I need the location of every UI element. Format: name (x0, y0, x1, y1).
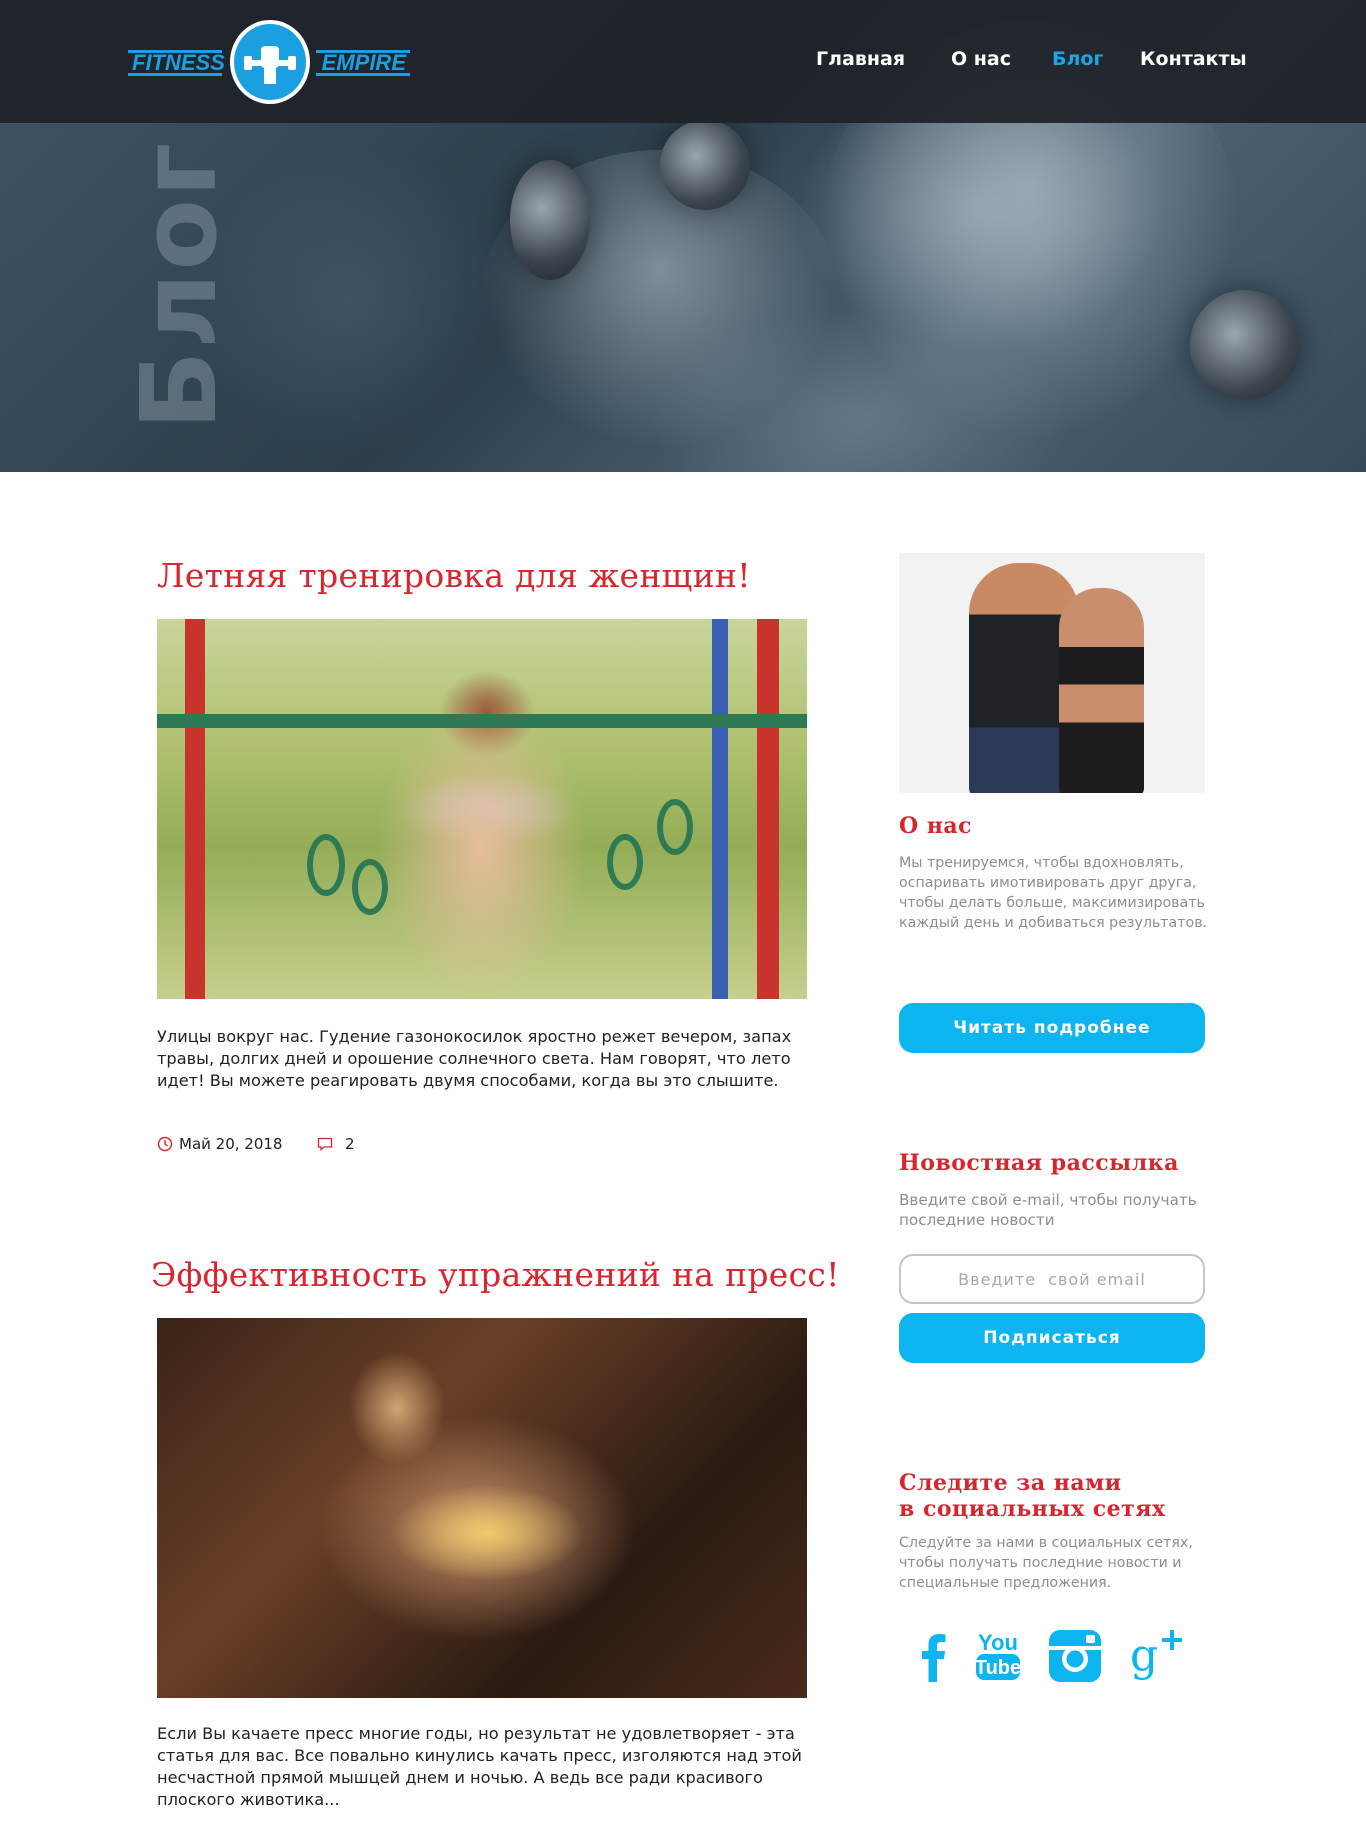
gym-ring (607, 834, 643, 890)
top-navbar: FITNESS EMPIRE Главная О нас Блог Контак… (0, 0, 1366, 123)
google-plus-icon[interactable]: g (1128, 1628, 1184, 1684)
nav-item-home[interactable]: Главная (816, 48, 905, 70)
nav-item-blog[interactable]: Блог (1052, 48, 1103, 70)
social-text: Следуйте за нами в социальных сетях, что… (899, 1535, 1193, 1591)
bar-post (185, 619, 205, 999)
woman-figure (1059, 588, 1144, 793)
article-excerpt: Если Вы качаете пресс многие годы, но ре… (157, 1724, 802, 1809)
social-links: You Tube g (0, 1628, 1366, 1688)
nav-item-about[interactable]: О нас (951, 48, 1011, 70)
bar-post (712, 619, 728, 999)
nav-item-contacts[interactable]: Контакты (1140, 48, 1247, 70)
hero-dumbbell-1 (660, 120, 750, 210)
gym-ring (307, 834, 345, 896)
clock-icon (157, 1136, 173, 1152)
about-text: Мы тренируемся, чтобы вдохновлять, оспар… (899, 855, 1208, 931)
hero-dumbbell-3 (1190, 290, 1300, 400)
read-more-button[interactable]: Читать подробнее (899, 1003, 1205, 1053)
newsletter-heading: Новостная рассылка (899, 1150, 1179, 1176)
main-nav: Главная О нас Блог Контакты (0, 48, 1366, 78)
about-photo (899, 553, 1205, 793)
gym-ring (657, 799, 693, 855)
social-heading-line2: в социальных сетях (899, 1496, 1166, 1522)
facebook-icon[interactable] (906, 1628, 962, 1684)
svg-text:You: You (978, 1630, 1018, 1655)
article-date-text: Май 20, 2018 (179, 1135, 283, 1153)
social-heading-line1: Следите за нами (899, 1470, 1122, 1496)
instagram-icon[interactable] (1047, 1628, 1103, 1684)
comment-icon (317, 1137, 333, 1151)
svg-text:Tube: Tube (975, 1657, 1021, 1679)
bar-beam (157, 714, 807, 728)
article-comments-count: 2 (345, 1135, 355, 1153)
article-image[interactable] (157, 619, 807, 999)
hero-banner: Блог FITNESS EMPIRE Главная О нас Блог К… (0, 0, 1366, 472)
svg-text:g: g (1130, 1630, 1158, 1681)
subscribe-button[interactable]: Подписаться (899, 1313, 1205, 1363)
article-title[interactable]: Летняя тренировка для женщин! (157, 556, 751, 595)
hero-dumbbell-2 (510, 160, 590, 280)
youtube-icon[interactable]: You Tube (970, 1628, 1026, 1684)
article-comments[interactable]: 2 (317, 1135, 355, 1153)
article-date: Май 20, 2018 (157, 1135, 282, 1153)
gym-ring (352, 859, 388, 915)
email-input[interactable] (899, 1254, 1205, 1304)
hero-watermark: Блог (118, 140, 240, 430)
bar-post (757, 619, 779, 999)
article-title[interactable]: Эффективность упражнений на пресс! (151, 1255, 840, 1294)
newsletter-text: Введите свой e-mail, чтобы получать посл… (899, 1191, 1197, 1229)
about-heading: О нас (899, 813, 973, 839)
article-excerpt: Улицы вокруг нас. Гудение газонокосилок … (157, 1027, 792, 1090)
